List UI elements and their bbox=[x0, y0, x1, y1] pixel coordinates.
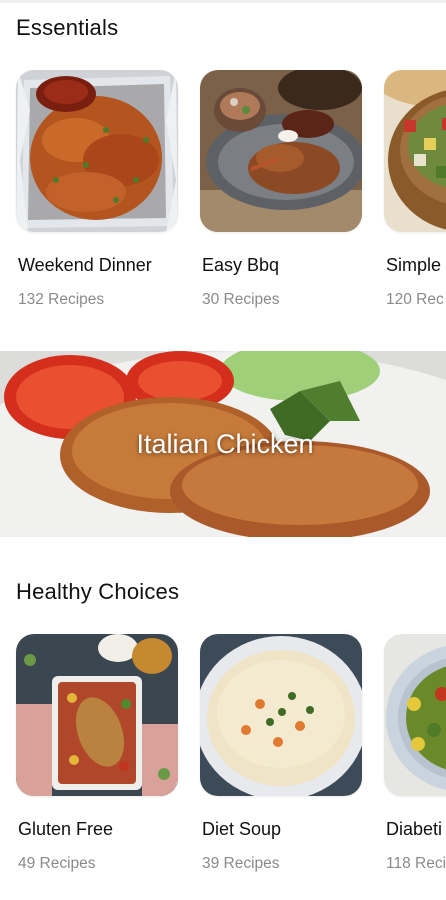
chicken-vegetable-tray-image bbox=[16, 634, 178, 796]
card-title: Weekend Dinner bbox=[18, 255, 152, 275]
recipe-card-diet-soup[interactable]: Diet Soup 39 Recipes bbox=[200, 634, 362, 894]
card-recipe-count: 30 Recipes bbox=[202, 291, 280, 308]
chicken-vegetable-tray-illustration bbox=[16, 634, 178, 796]
creamy-soup-bowl-illustration bbox=[200, 634, 362, 796]
salad-bowl-image bbox=[384, 70, 446, 232]
vegetable-bowl-image bbox=[384, 634, 446, 796]
recipe-card-diabetic[interactable]: Diabeti 118 Reci bbox=[384, 634, 446, 894]
card-recipe-count: 120 Rec bbox=[386, 291, 444, 308]
section-title-essentials: Essentials bbox=[16, 15, 119, 40]
card-recipe-count: 39 Recipes bbox=[202, 855, 280, 872]
section-title-healthy-choices: Healthy Choices bbox=[16, 579, 180, 604]
card-title: Gluten Free bbox=[18, 819, 114, 839]
banner-title: Italian Chicken bbox=[136, 428, 314, 459]
pulled-pork-plate-image bbox=[200, 70, 362, 232]
vegetable-bowl-illustration bbox=[384, 634, 446, 796]
card-title: Diet Soup bbox=[202, 819, 282, 839]
salad-bowl-illustration bbox=[384, 70, 446, 232]
essentials-carousel[interactable]: Weekend Dinner 132 Recipes Easy Bbq 30 R bbox=[0, 70, 446, 330]
card-recipe-count: 132 Recipes bbox=[18, 291, 105, 308]
card-title: Easy Bbq bbox=[202, 255, 280, 275]
recipe-card-easy-bbq[interactable]: Easy Bbq 30 Recipes bbox=[200, 70, 362, 330]
healthy-choices-carousel[interactable]: Gluten Free 49 Recipes Diet Soup 39 Reci… bbox=[0, 634, 446, 894]
recipe-card-weekend-dinner[interactable]: Weekend Dinner 132 Recipes bbox=[16, 70, 178, 330]
creamy-soup-bowl-image bbox=[200, 634, 362, 796]
recipe-card-simple[interactable]: Simple 120 Rec bbox=[384, 70, 446, 330]
card-title: Simple bbox=[386, 255, 442, 275]
card-title: Diabeti bbox=[386, 819, 443, 839]
status-divider bbox=[0, 0, 446, 3]
recipe-card-gluten-free[interactable]: Gluten Free 49 Recipes bbox=[16, 634, 178, 894]
card-recipe-count: 118 Reci bbox=[386, 855, 446, 872]
pulled-pork-plate-illustration bbox=[200, 70, 362, 232]
card-recipe-count: 49 Recipes bbox=[18, 855, 96, 872]
baked-chicken-foil-image bbox=[16, 70, 178, 232]
baked-chicken-foil-illustration bbox=[16, 70, 178, 232]
featured-banner-italian-chicken[interactable]: Italian Chicken bbox=[0, 351, 446, 537]
